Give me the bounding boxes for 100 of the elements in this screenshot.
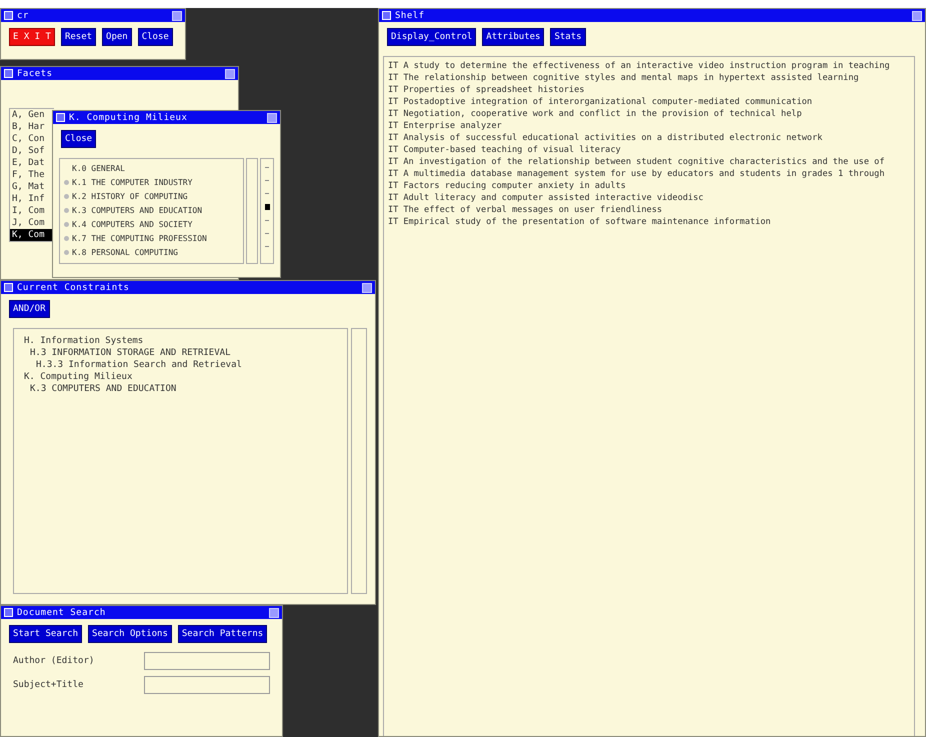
list-item[interactable]: Factors reducing computer anxiety in adults: [403, 180, 626, 192]
toolbar-button[interactable]: Reset: [60, 28, 96, 46]
window-title: Facets: [17, 68, 54, 78]
list-item[interactable]: An investigation of the relationship between student cognitive characteristics and the use of: [403, 156, 885, 168]
list-item[interactable]: C, Con: [10, 133, 54, 145]
close-button[interactable]: Close: [61, 130, 96, 148]
list-item[interactable]: The relationship between cognitive styles and mental maps in hypertext assisted learning: [403, 72, 859, 84]
tree-item[interactable]: H.3 INFORMATION STORAGE AND RETRIEVAL: [30, 347, 337, 359]
row-tag: IT: [388, 132, 398, 144]
input-field[interactable]: [144, 676, 270, 694]
maximize-icon[interactable]: [267, 112, 277, 122]
list-item[interactable]: A multimedia database management system for use by educators and students in grades 1 through: [403, 168, 885, 180]
tree-item[interactable]: H.3.3 Information Search and Retrieval: [36, 359, 337, 371]
list-item[interactable]: K, Com: [10, 229, 54, 241]
window-menu-icon[interactable]: [4, 283, 13, 292]
selection-marker-icon[interactable]: [265, 233, 269, 234]
list-item[interactable]: G, Mat: [10, 181, 54, 193]
list-item[interactable]: K.8 PERSONAL COMPUTING: [72, 248, 178, 256]
row-tag: IT: [388, 84, 398, 96]
toolbar-button[interactable]: Close: [138, 28, 173, 46]
list-item[interactable]: B, Har: [10, 121, 54, 133]
tree-item[interactable]: K.3 COMPUTERS AND EDUCATION: [30, 383, 337, 395]
list-item[interactable]: K.4 COMPUTERS AND SOCIETY: [72, 220, 192, 228]
window-title: Shelf: [395, 10, 426, 20]
expand-icon[interactable]: [64, 194, 69, 198]
list-item[interactable]: K.2 HISTORY OF COMPUTING: [72, 192, 188, 200]
expand-icon[interactable]: [64, 236, 69, 240]
selection-marker-icon[interactable]: [265, 220, 269, 221]
list-item[interactable]: K.1 THE COMPUTER INDUSTRY: [72, 178, 192, 186]
expand-icon[interactable]: [64, 180, 69, 184]
row-tag: IT: [388, 180, 398, 192]
maximize-icon[interactable]: [362, 282, 372, 292]
list-item[interactable]: Properties of spreadsheet histories: [403, 84, 584, 96]
window-title: K. Computing Milieux: [69, 112, 188, 122]
and-or-button[interactable]: AND/OR: [9, 300, 50, 318]
list-item[interactable]: Postadoptive integration of interorganizational computer-mediated communication: [403, 96, 812, 108]
search-button[interactable]: Start Search: [9, 625, 82, 643]
field-label: Author (Editor): [13, 656, 96, 666]
list-item[interactable]: A study to determine the effectiveness of an interactive video instruction program in teaching: [403, 60, 890, 72]
row-tag: IT: [388, 168, 398, 180]
exit-button[interactable]: E X I T: [9, 28, 55, 46]
toolbar-button[interactable]: Attributes: [482, 28, 544, 46]
window-title: Document Search: [17, 608, 107, 618]
window-menu-icon[interactable]: [56, 113, 65, 122]
list-item[interactable]: A, Gen: [10, 109, 54, 121]
row-tag: IT: [388, 144, 398, 156]
list-item[interactable]: F, The: [10, 169, 54, 181]
row-tag: IT: [388, 72, 398, 84]
expand-icon[interactable]: [64, 250, 69, 254]
maximize-icon[interactable]: [225, 68, 235, 78]
row-tag: IT: [388, 192, 398, 204]
selection-marker-icon[interactable]: [264, 204, 270, 210]
field-label: Subject+Title: [13, 680, 84, 690]
list-item[interactable]: K.7 THE COMPUTING PROFESSION: [72, 234, 207, 242]
list-item[interactable]: Analysis of successful educational activities on a distributed electronic network: [403, 132, 822, 144]
list-item[interactable]: K.3 COMPUTERS AND EDUCATION: [72, 206, 202, 214]
list-item[interactable]: E, Dat: [10, 157, 54, 169]
list-item[interactable]: The effect of verbal messages on user friendliness: [403, 204, 662, 216]
maximize-icon[interactable]: [172, 10, 182, 20]
row-tag: IT: [388, 60, 398, 72]
list-item[interactable]: J, Com: [10, 217, 54, 229]
window-menu-icon[interactable]: [382, 11, 391, 20]
list-item[interactable]: Computer-based teaching of visual literacy: [403, 144, 621, 156]
list-item[interactable]: K.0 GENERAL: [72, 164, 125, 172]
list-item[interactable]: Negotiation, cooperative work and conflict in the provision of technical help: [403, 108, 802, 120]
selection-marker-icon[interactable]: [265, 167, 269, 168]
window-title: Current Constraints: [17, 282, 130, 292]
list-item[interactable]: I, Com: [10, 205, 54, 217]
row-tag: IT: [388, 96, 398, 108]
list-item[interactable]: Adult literacy and computer assisted interactive videodisc: [403, 192, 704, 204]
maximize-icon[interactable]: [269, 608, 279, 618]
list-item[interactable]: Empirical study of the presentation of software maintenance information: [403, 216, 771, 228]
list-item[interactable]: H, Inf: [10, 193, 54, 205]
selection-marker-icon[interactable]: [265, 246, 269, 247]
selection-marker-icon[interactable]: [265, 193, 269, 194]
list-item[interactable]: D, Sof: [10, 145, 54, 157]
window-title: cr: [17, 10, 30, 20]
row-tag: IT: [388, 204, 398, 216]
row-tag: IT: [388, 156, 398, 168]
scrollbar[interactable]: [351, 328, 367, 594]
expand-icon[interactable]: [64, 222, 69, 226]
selection-marker-icon[interactable]: [265, 180, 269, 181]
tree-item[interactable]: H. Information Systems: [24, 335, 337, 347]
expand-icon[interactable]: [64, 208, 69, 212]
row-tag: IT: [388, 108, 398, 120]
search-button[interactable]: Search Patterns: [178, 625, 268, 643]
list-item[interactable]: Enterprise analyzer: [403, 120, 502, 132]
toolbar-button[interactable]: Stats: [550, 28, 586, 46]
row-tag: IT: [388, 216, 398, 228]
toolbar-button[interactable]: Open: [102, 28, 132, 46]
input-field[interactable]: [144, 652, 270, 670]
maximize-icon[interactable]: [912, 10, 922, 20]
row-tag: IT: [388, 120, 398, 132]
window-menu-icon[interactable]: [4, 69, 13, 78]
window-menu-icon[interactable]: [4, 608, 13, 617]
tree-item[interactable]: K. Computing Milieux: [24, 371, 337, 383]
scrollbar[interactable]: [246, 158, 258, 264]
toolbar-button[interactable]: Display_Control: [387, 28, 476, 46]
search-button[interactable]: Search Options: [88, 625, 172, 643]
window-menu-icon[interactable]: [4, 11, 13, 20]
